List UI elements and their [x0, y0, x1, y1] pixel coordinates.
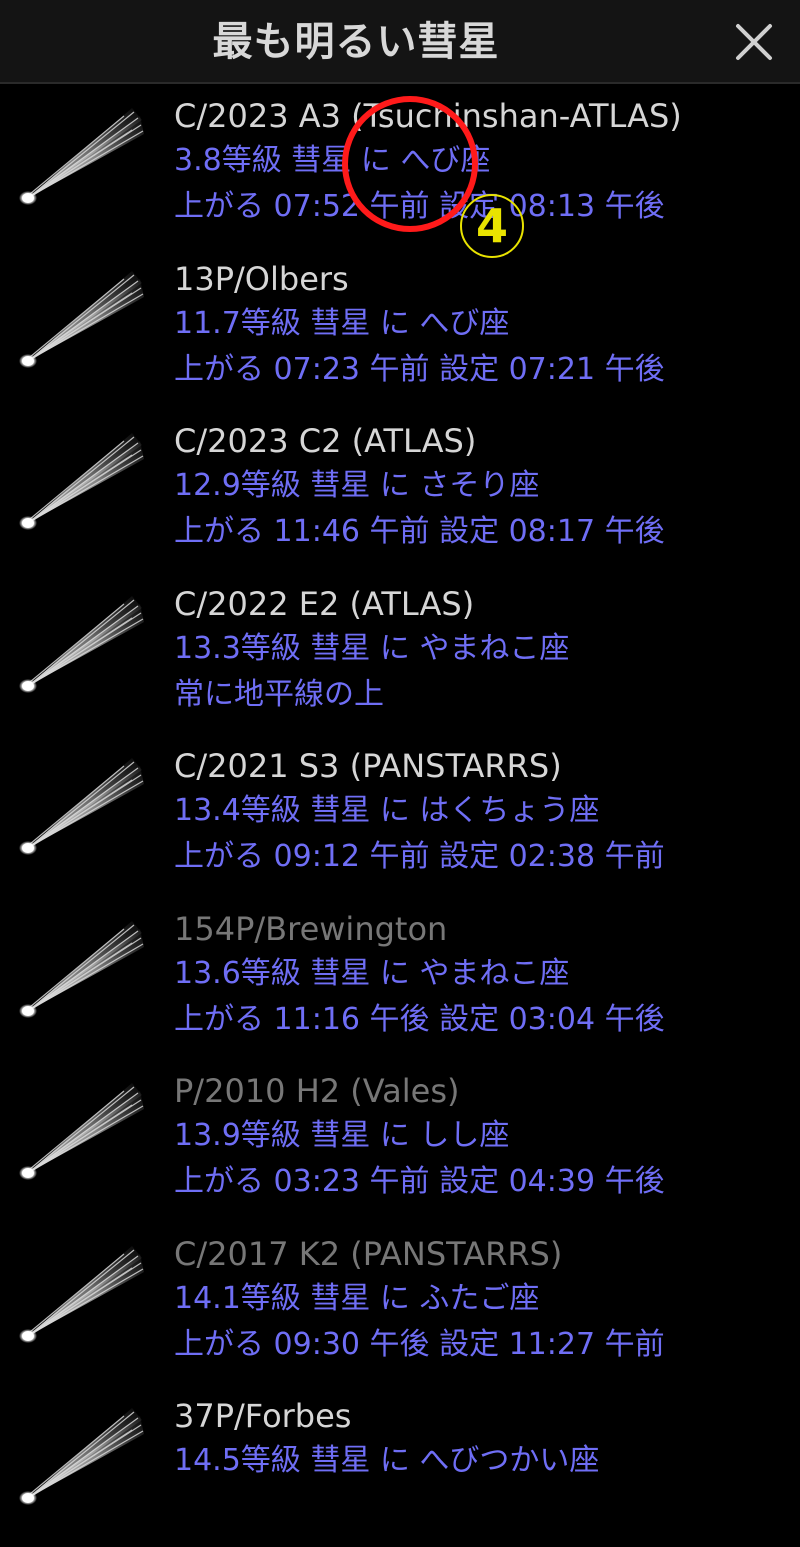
comet-name: 13P/Olbers: [174, 259, 349, 298]
list-item[interactable]: 154P/Brewington 13.6等級 彗星 に やまねこ座 上がる 11…: [0, 897, 800, 1060]
comet-magnitude: 13.4等級 彗星 に はくちょう座: [174, 793, 600, 828]
list-item[interactable]: C/2022 E2 (ATLAS) 13.3等級 彗星 に やまねこ座 常に地平…: [0, 572, 800, 735]
comet-magnitude: 14.1等級 彗星 に ふたご座: [174, 1280, 540, 1316]
comet-icon: [14, 1073, 146, 1183]
comet-rise-set: 上がる 07:52 午前 設定 08:13 午後: [174, 189, 665, 224]
comet-rise-set: 上がる 07:23 午前 設定 07:21 午後: [174, 351, 665, 387]
comet-magnitude: 13.3等級 彗星 に やまねこ座: [174, 630, 570, 666]
close-icon: [736, 24, 772, 60]
comet-rise-set: 上がる 11:16 午後 設定 03:04 午後: [174, 1001, 665, 1037]
close-button[interactable]: [730, 18, 778, 66]
comet-magnitude: 11.7等級 彗星 に へび座: [174, 305, 510, 341]
comet-rise-set: 常に地平線の上: [174, 676, 384, 712]
comet-rise-set: 上がる 11:46 午前 設定 08:17 午後: [174, 514, 665, 549]
list-item[interactable]: C/2023 A3 (Tsuchinshan-ATLAS) 3.8等級 彗星 に…: [0, 84, 800, 247]
list-item[interactable]: C/2021 S3 (PANSTARRS) 13.4等級 彗星 に はくちょう座…: [0, 734, 800, 897]
comet-name: C/2017 K2 (PANSTARRS): [174, 1234, 563, 1273]
list-item[interactable]: C/2017 K2 (PANSTARRS) 14.1等級 彗星 に ふたご座 上…: [0, 1222, 800, 1385]
comet-rise-set: 上がる 09:12 午前 設定 02:38 午前: [174, 839, 665, 874]
comet-name: 37P/Forbes: [174, 1397, 352, 1435]
comet-icon: [14, 586, 146, 696]
comet-name: C/2023 A3 (Tsuchinshan-ATLAS): [174, 97, 682, 135]
comet-icon: [14, 911, 146, 1021]
list-item[interactable]: 37P/Forbes 14.5等級 彗星 に へびつかい座: [0, 1384, 800, 1547]
comet-rise-set: 上がる 03:23 午前 設定 04:39 午後: [174, 1164, 665, 1199]
comet-magnitude: 13.6等級 彗星 に やまねこ座: [174, 955, 570, 991]
comet-icon: [14, 261, 146, 371]
comet-magnitude: 12.9等級 彗星 に さそり座: [174, 468, 540, 503]
comet-name: C/2023 C2 (ATLAS): [174, 422, 477, 460]
comet-icon: [14, 1236, 146, 1346]
comet-magnitude: 14.5等級 彗星 に へびつかい座: [174, 1443, 600, 1478]
page-title: 最も明るい彗星: [212, 19, 500, 65]
comet-rise-set: 上がる 09:30 午後 設定 11:27 午前: [174, 1326, 665, 1362]
comet-list: C/2023 A3 (Tsuchinshan-ATLAS) 3.8等級 彗星 に…: [0, 84, 800, 1547]
comet-magnitude: 3.8等級 彗星 に へび座: [174, 143, 491, 178]
list-item[interactable]: C/2023 C2 (ATLAS) 12.9等級 彗星 に さそり座 上がる 1…: [0, 409, 800, 572]
comet-name: P/2010 H2 (Vales): [174, 1072, 460, 1110]
list-item[interactable]: 13P/Olbers 11.7等級 彗星 に へび座 上がる 07:23 午前 …: [0, 247, 800, 410]
comet-icon: [14, 1398, 146, 1508]
title-bar: 最も明るい彗星: [0, 0, 800, 84]
comet-name: 154P/Brewington: [174, 909, 448, 948]
comet-icon: [14, 423, 146, 533]
comet-name: C/2022 E2 (ATLAS): [174, 584, 475, 623]
comet-icon: [14, 748, 146, 858]
comet-icon: [14, 98, 146, 208]
list-item[interactable]: P/2010 H2 (Vales) 13.9等級 彗星 に しし座 上がる 03…: [0, 1059, 800, 1222]
comet-magnitude: 13.9等級 彗星 に しし座: [174, 1118, 510, 1153]
comet-name: C/2021 S3 (PANSTARRS): [174, 747, 562, 785]
